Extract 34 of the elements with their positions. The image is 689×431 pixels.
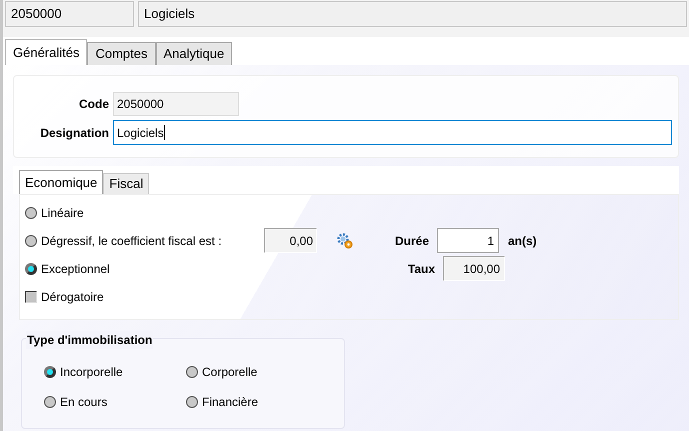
tab[interactable]: Fiscal (103, 173, 150, 194)
tab[interactable]: Généralités (5, 39, 88, 65)
option-label: Financière (202, 394, 258, 411)
radio-button[interactable] (186, 396, 198, 408)
option-label: Linéaire (41, 204, 85, 222)
option-label: Dégressif, le coefficient fiscal est : (41, 232, 223, 250)
unit-label: an(s) (508, 232, 537, 250)
radio-button[interactable] (25, 262, 37, 274)
designation-field[interactable]: Logiciels (138, 1, 687, 27)
tab[interactable]: Economique (19, 170, 104, 194)
designation-field[interactable]: Logiciels (113, 120, 672, 145)
option-label: Dérogatoire (41, 288, 105, 306)
option-label: Corporelle (202, 364, 258, 381)
gear-icon[interactable] (337, 232, 353, 248)
radio-button[interactable] (25, 234, 37, 246)
code-label: Code (78, 96, 110, 113)
option-label: En cours (60, 394, 108, 411)
duree-label: Durée (394, 232, 430, 250)
duree-field[interactable]: 1 (437, 228, 499, 253)
tab[interactable]: Comptes (87, 42, 156, 65)
coefficient-field[interactable]: 0,00 (264, 228, 317, 253)
code-field[interactable]: 2050000 (5, 1, 134, 27)
designation-label: Designation (39, 124, 110, 142)
tab[interactable]: Analytique (156, 42, 232, 65)
radio-button[interactable] (25, 206, 37, 218)
radio-button[interactable] (44, 366, 56, 378)
code-field[interactable]: 2050000 (113, 92, 239, 116)
option-label: Incorporelle (60, 364, 123, 381)
radio-button[interactable] (186, 366, 198, 378)
checkbox[interactable] (25, 290, 37, 302)
taux-field[interactable]: 100,00 (443, 256, 505, 281)
radio-button[interactable] (44, 396, 56, 408)
option-label: Exceptionnel (41, 260, 111, 278)
taux-label: Taux (406, 260, 436, 278)
